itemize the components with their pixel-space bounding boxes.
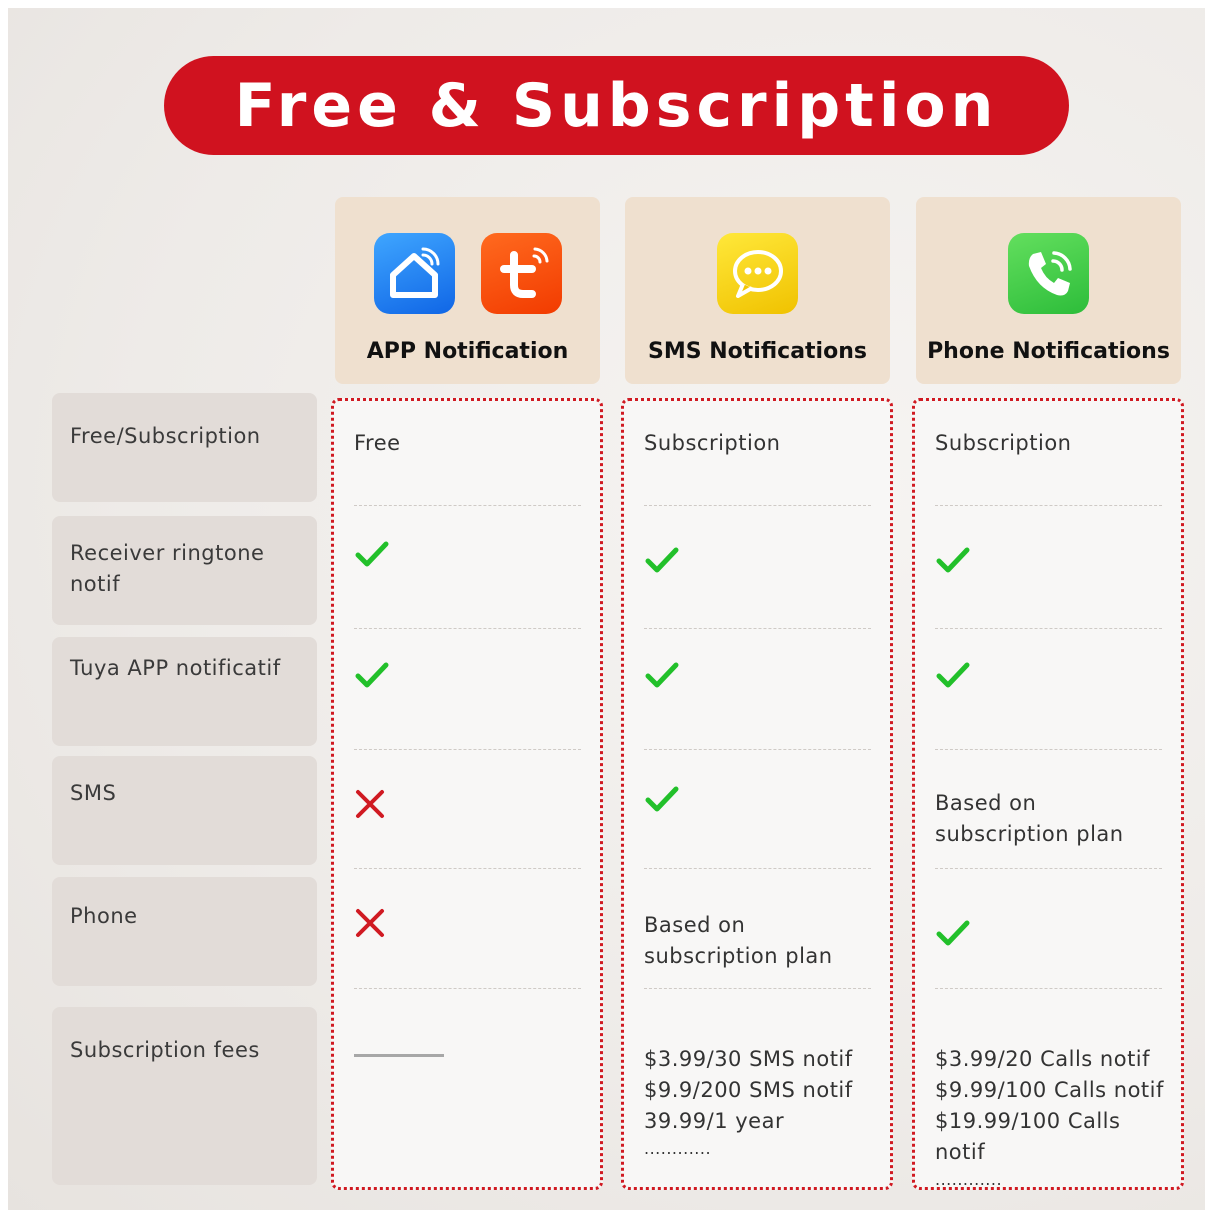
cell-app-phone bbox=[354, 908, 581, 940]
row-divider bbox=[354, 505, 581, 506]
cell-sms-free-subscription: Subscription bbox=[644, 431, 781, 455]
check-icon bbox=[645, 786, 679, 812]
check-icon bbox=[936, 547, 970, 573]
smart-home-icon bbox=[373, 233, 455, 314]
row-divider bbox=[644, 868, 871, 869]
check-icon bbox=[355, 662, 389, 688]
column-header-sms: SMS Notifications bbox=[625, 197, 890, 384]
column-sms: Subscription Based on subscription plan … bbox=[621, 398, 893, 1190]
row-label-subscription-fees: Subscription fees bbox=[52, 1007, 317, 1185]
column-app: Free bbox=[331, 398, 603, 1190]
column-label-app: APP Notification bbox=[366, 339, 569, 364]
check-icon bbox=[355, 541, 389, 567]
row-divider bbox=[935, 505, 1162, 506]
row-divider bbox=[354, 988, 581, 989]
cell-app-tuya bbox=[354, 659, 581, 691]
cross-icon bbox=[356, 909, 384, 937]
fee-ellipsis: ............ bbox=[644, 1139, 712, 1158]
cell-sms-fees: $3.99/30 SMS notif $9.9/200 SMS notif 39… bbox=[644, 1044, 871, 1161]
column-label-phone: Phone Notifications bbox=[927, 339, 1170, 364]
cell-phone-ringtone bbox=[935, 544, 1162, 576]
cell-sms-sms bbox=[644, 783, 871, 815]
cell-sms-tuya bbox=[644, 659, 871, 691]
tuya-icon bbox=[480, 233, 562, 314]
check-icon bbox=[936, 662, 970, 688]
row-label-phone: Phone bbox=[52, 877, 317, 986]
fee-ellipsis: ............ bbox=[935, 1170, 1003, 1189]
title-banner: Free & Subscription bbox=[164, 56, 1069, 155]
row-label-tuya-app: Tuya APP notificatif bbox=[52, 637, 317, 746]
comparison-panel: Free & Subscription APP Notification SMS… bbox=[8, 8, 1205, 1210]
cell-phone-free-subscription: Subscription bbox=[935, 431, 1072, 455]
fee-line: $9.9/200 SMS notif bbox=[644, 1078, 853, 1102]
fee-line: $3.99/30 SMS notif bbox=[644, 1047, 853, 1071]
cell-phone-fees: $3.99/20 Calls notif $9.99/100 Calls not… bbox=[935, 1044, 1175, 1192]
row-divider bbox=[644, 988, 871, 989]
check-icon bbox=[936, 920, 970, 946]
row-divider bbox=[935, 988, 1162, 989]
cell-app-fees bbox=[354, 1040, 581, 1057]
cell-phone-sms: Based on subscription plan bbox=[935, 791, 1124, 846]
row-divider bbox=[644, 628, 871, 629]
sms-chat-icon bbox=[717, 233, 798, 314]
cell-phone-phone bbox=[935, 917, 1162, 949]
page-title: Free & Subscription bbox=[234, 70, 999, 141]
cell-app-ringtone bbox=[354, 538, 581, 570]
row-divider bbox=[354, 628, 581, 629]
cross-icon bbox=[356, 790, 384, 818]
check-icon bbox=[645, 662, 679, 688]
column-header-phone: Phone Notifications bbox=[916, 197, 1181, 384]
cell-app-free-subscription: Free bbox=[354, 431, 401, 455]
row-divider bbox=[354, 868, 581, 869]
fee-line: $19.99/100 Calls notif bbox=[935, 1109, 1121, 1164]
row-label-receiver-ringtone: Receiver ringtone notif bbox=[52, 516, 317, 625]
phone-call-icon bbox=[1008, 233, 1089, 314]
cell-app-sms bbox=[354, 789, 581, 821]
not-applicable-dash bbox=[354, 1054, 444, 1057]
row-label-free-subscription: Free/Subscription bbox=[52, 393, 317, 502]
fee-line: $9.99/100 Calls notif bbox=[935, 1078, 1164, 1102]
row-divider bbox=[935, 749, 1162, 750]
cell-phone-tuya bbox=[935, 659, 1162, 691]
column-header-app: APP Notification bbox=[335, 197, 600, 384]
cell-sms-ringtone bbox=[644, 544, 871, 576]
row-divider bbox=[354, 749, 581, 750]
row-divider bbox=[935, 628, 1162, 629]
column-label-sms: SMS Notifications bbox=[648, 339, 867, 364]
fee-line: $3.99/20 Calls notif bbox=[935, 1047, 1151, 1071]
row-divider bbox=[644, 505, 871, 506]
cell-sms-phone: Based on subscription plan bbox=[644, 913, 833, 968]
fee-line: 39.99/1 year bbox=[644, 1109, 785, 1133]
column-phone: Subscription Based on subscription plan … bbox=[912, 398, 1184, 1190]
row-divider bbox=[935, 868, 1162, 869]
row-divider bbox=[644, 749, 871, 750]
row-label-sms: SMS bbox=[52, 756, 317, 865]
check-icon bbox=[645, 547, 679, 573]
